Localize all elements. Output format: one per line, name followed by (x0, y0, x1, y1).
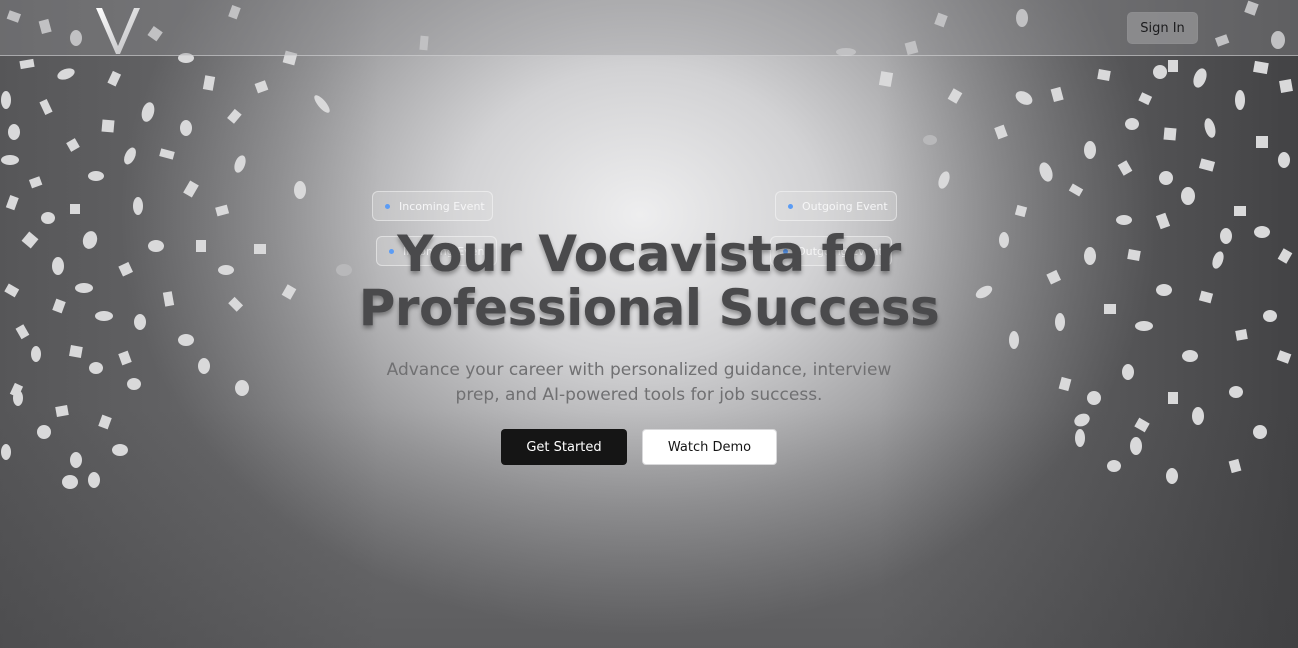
get-started-button[interactable]: Get Started (501, 429, 627, 465)
hero-subtitle: Advance your career with personalized gu… (386, 360, 892, 405)
hero-headline: Your Vocavista for Professional Success (0, 227, 1298, 335)
outgoing-event-chip: Outgoing Event (775, 191, 897, 221)
incoming-event-chip: Incoming Event (372, 191, 493, 221)
landing-page: Sign In Incoming Event Outgoing Event In… (0, 0, 1298, 648)
top-navigation-bar: Sign In (0, 0, 1298, 56)
brand-logo-icon[interactable] (96, 8, 140, 54)
sign-in-button[interactable]: Sign In (1127, 12, 1198, 44)
event-chip-label: Outgoing Event (802, 199, 888, 213)
event-chip-label: Incoming Event (399, 199, 485, 213)
hero-headline-line1: Your Vocavista for (397, 225, 901, 283)
event-dot-icon (788, 203, 793, 209)
event-dot-icon (385, 203, 390, 209)
hero-headline-line2: Professional Success (358, 279, 940, 337)
watch-demo-button[interactable]: Watch Demo (642, 429, 777, 465)
